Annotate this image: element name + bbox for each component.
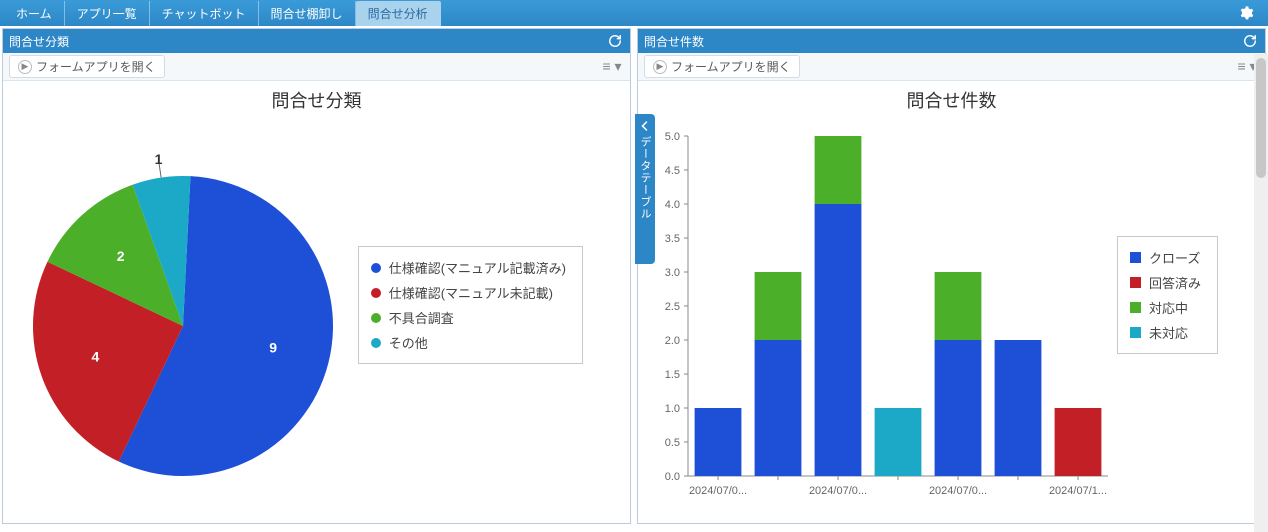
legend-item[interactable]: 仕様確認(マニュアル記載済み): [371, 255, 566, 280]
svg-text:4.5: 4.5: [665, 165, 680, 177]
bar-legend: クローズ回答済み対応中未対応: [1117, 236, 1218, 354]
svg-text:5.0: 5.0: [665, 131, 680, 143]
panel-inquiry-count: 問合せ件数 ▶ フォームアプリを開く ≡ ▾ 問合せ件数 0.0 0.5 1.0 1.…: [637, 28, 1266, 524]
svg-text:0.5: 0.5: [665, 437, 680, 449]
legend-label: 不具合調査: [389, 308, 454, 327]
svg-text:1.5: 1.5: [665, 369, 680, 381]
dashboard-body: 問合せ分類 ▶ フォームアプリを開く ≡ ▾ 問合せ分類 9 4 2 1 仕様確認(マ…: [0, 26, 1268, 532]
svg-text:4: 4: [92, 348, 100, 364]
open-form-app-button[interactable]: ▶ フォームアプリを開く: [9, 55, 165, 78]
refresh-icon[interactable]: [606, 32, 624, 50]
gear-icon[interactable]: [1234, 1, 1258, 25]
swatch-icon: [371, 263, 381, 273]
svg-text:4.0: 4.0: [665, 199, 680, 211]
tab-inquiry-review[interactable]: 問合せ棚卸し: [259, 1, 356, 26]
tab-app-list[interactable]: アプリ一覧: [65, 1, 150, 26]
app-window: ホーム アプリ一覧 チャットボット 問合せ棚卸し 問合せ分析 問合せ分類 ▶ フ…: [0, 0, 1268, 532]
svg-text:1.0: 1.0: [665, 403, 680, 415]
legend-item[interactable]: 仕様確認(マニュアル未記載): [371, 280, 566, 305]
swatch-icon: [371, 313, 381, 323]
panel-toolbar: ▶ フォームアプリを開く ≡ ▾: [3, 53, 630, 81]
swatch-icon: [371, 338, 381, 348]
legend-label: クローズ: [1149, 248, 1200, 267]
svg-text:1: 1: [155, 151, 163, 167]
pie-legend: 仕様確認(マニュアル記載済み) 仕様確認(マニュアル未記載) 不具合調査その他: [358, 246, 583, 364]
svg-text:2024/07/1...: 2024/07/1...: [1049, 485, 1107, 497]
svg-text:2.5: 2.5: [665, 301, 680, 313]
panel-title: 問合せ分類: [9, 33, 69, 50]
tab-home[interactable]: ホーム: [4, 1, 65, 26]
panel-inquiry-category: 問合せ分類 ▶ フォームアプリを開く ≡ ▾ 問合せ分類 9 4 2 1 仕様確認(マ…: [2, 28, 631, 524]
open-form-app-button[interactable]: ▶ フォームアプリを開く: [644, 55, 800, 78]
panel-title: 問合せ件数: [644, 33, 704, 50]
open-form-label: フォームアプリを開く: [36, 58, 156, 75]
swatch-icon: [371, 288, 381, 298]
tabbar: ホーム アプリ一覧 チャットボット 問合せ棚卸し 問合せ分析: [0, 0, 1268, 26]
chevron-left-icon: [639, 120, 651, 132]
data-table-toggle[interactable]: データテーブル: [635, 114, 655, 264]
panel-header: 問合せ件数: [638, 29, 1265, 53]
swatch-icon: [1130, 327, 1141, 338]
legend-item[interactable]: 対応中: [1130, 295, 1201, 320]
svg-text:3.0: 3.0: [665, 267, 680, 279]
pie-chart-area: 問合せ分類 9 4 2 1 仕様確認(マニュアル記載済み) 仕様確認(マニュアル未記載)…: [3, 81, 630, 523]
bar-chart-area: 問合せ件数 0.0 0.5 1.0 1.5 2.0 2.5 3.0 3.5 4.0 4.5 5.0 2…: [638, 81, 1265, 523]
chevron-right-icon: ▶: [653, 60, 667, 74]
legend-label: 仕様確認(マニュアル記載済み): [389, 258, 566, 277]
legend-label: 回答済み: [1149, 273, 1201, 292]
chart-title: 問合せ分類: [3, 81, 630, 113]
panel-header: 問合せ分類: [3, 29, 630, 53]
legend-item[interactable]: 不具合調査: [371, 305, 566, 330]
svg-text:2: 2: [117, 248, 125, 264]
chart-title: 問合せ件数: [638, 81, 1265, 113]
swatch-icon: [1130, 252, 1141, 263]
svg-text:2024/07/0...: 2024/07/0...: [929, 485, 987, 497]
svg-text:9: 9: [269, 340, 277, 356]
hamburger-menu-icon[interactable]: ≡ ▾: [600, 56, 624, 78]
chevron-right-icon: ▶: [18, 60, 32, 74]
legend-item[interactable]: その他: [371, 330, 566, 355]
open-form-label: フォームアプリを開く: [671, 58, 791, 75]
legend-label: 対応中: [1149, 298, 1188, 317]
vertical-scrollbar[interactable]: [1254, 54, 1268, 532]
tab-inquiry-analysis[interactable]: 問合せ分析: [356, 1, 441, 26]
legend-label: 未対応: [1149, 323, 1188, 342]
panel-toolbar: ▶ フォームアプリを開く ≡ ▾: [638, 53, 1265, 81]
legend-label: 仕様確認(マニュアル未記載): [389, 283, 553, 302]
legend-item[interactable]: 回答済み: [1130, 270, 1201, 295]
ribbon-label: データテーブル: [637, 136, 653, 220]
legend-item[interactable]: クローズ: [1130, 245, 1201, 270]
svg-text:0.0: 0.0: [665, 471, 680, 483]
legend-item[interactable]: 未対応: [1130, 320, 1201, 345]
swatch-icon: [1130, 277, 1141, 288]
svg-text:3.5: 3.5: [665, 233, 680, 245]
svg-text:2024/07/0...: 2024/07/0...: [809, 485, 867, 497]
scrollbar-thumb[interactable]: [1256, 58, 1266, 178]
svg-text:2024/07/0...: 2024/07/0...: [689, 485, 747, 497]
legend-label: その他: [389, 333, 428, 352]
svg-text:2.0: 2.0: [665, 335, 680, 347]
tab-chatbot[interactable]: チャットボット: [150, 1, 259, 26]
refresh-icon[interactable]: [1241, 32, 1259, 50]
swatch-icon: [1130, 302, 1141, 313]
